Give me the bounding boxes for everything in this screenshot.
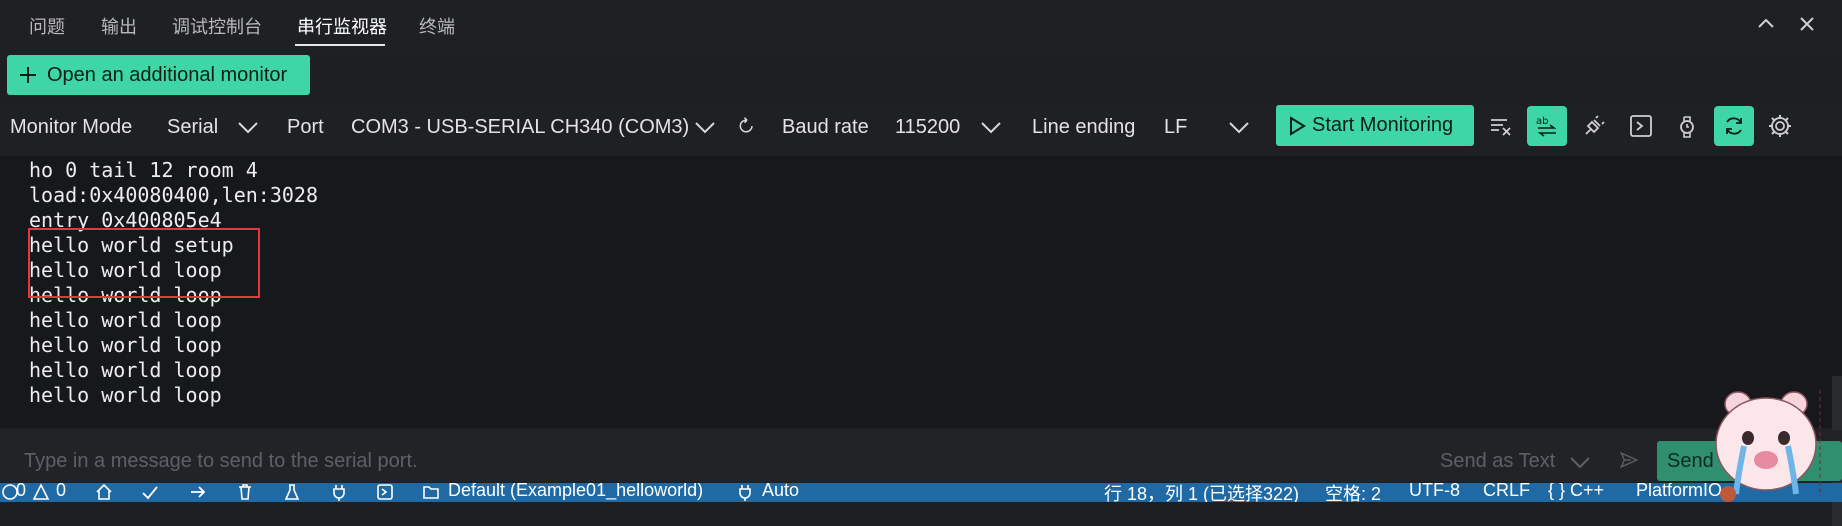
tab-serial-monitor[interactable]: 串行监视器 <box>297 13 387 39</box>
port-auto[interactable]: Auto <box>762 483 799 501</box>
error-count[interactable]: 0 <box>16 483 26 501</box>
home-icon[interactable] <box>95 483 113 501</box>
monitor-mode-select[interactable]: Serial <box>167 116 218 139</box>
tab-debug-console[interactable]: 调试控制台 <box>172 13 262 39</box>
chevron-down-icon[interactable] <box>978 118 1004 138</box>
warning-icon[interactable] <box>32 483 50 501</box>
terminal-icon[interactable] <box>376 483 394 501</box>
warning-count[interactable]: 0 <box>56 483 66 501</box>
chevron-down-icon[interactable] <box>1226 118 1252 138</box>
baud-rate-select[interactable]: 115200 <box>895 116 960 139</box>
play-icon <box>1288 115 1306 136</box>
chevron-down-icon[interactable] <box>235 118 261 138</box>
start-monitoring-button[interactable]: Start Monitoring <box>1276 105 1474 146</box>
plug-icon[interactable] <box>736 483 754 501</box>
plus-icon <box>17 64 39 86</box>
toggle-hex-icon[interactable]: ab <box>1527 106 1567 146</box>
cursor-position[interactable]: 行 18，列 1 (已选择322) <box>1104 483 1299 502</box>
refresh-icon[interactable] <box>734 116 758 140</box>
baud-rate-label: Baud rate <box>782 116 869 138</box>
indentation[interactable]: 空格: 2 <box>1325 483 1381 502</box>
upload-arrow-icon[interactable] <box>189 483 207 501</box>
status-bar: 0 0 Default (Example01_helloworld) Auto … <box>0 483 1842 502</box>
output-line: hello world loop <box>29 358 222 382</box>
port-select[interactable]: COM3 - USB-SERIAL CH340 (COM3) <box>351 116 689 139</box>
end-of-line[interactable]: CRLF <box>1483 483 1530 501</box>
active-tab-indicator <box>295 44 385 46</box>
open-additional-monitor-button[interactable]: Open an additional monitor <box>7 55 310 95</box>
tab-output[interactable]: 输出 <box>101 13 137 39</box>
folder-icon[interactable] <box>422 483 440 501</box>
line-ending-label: Line ending <box>1032 116 1136 138</box>
encoding[interactable]: UTF-8 <box>1409 483 1460 501</box>
gear-icon[interactable] <box>1760 106 1800 146</box>
plug-icon[interactable] <box>1574 106 1614 146</box>
chevron-down-icon[interactable] <box>1567 453 1593 473</box>
terminal-icon[interactable] <box>1621 106 1661 146</box>
maximize-panel-icon[interactable] <box>1754 12 1778 36</box>
plug-icon[interactable] <box>330 483 348 501</box>
close-panel-icon[interactable] <box>1795 12 1819 36</box>
chevron-down-icon[interactable] <box>692 118 718 138</box>
svg-text:ab: ab <box>1536 116 1548 127</box>
output-line: load:0x40080400,len:3028 <box>29 183 318 207</box>
project-environment[interactable]: Default (Example01_helloworld) <box>448 483 703 501</box>
open-monitor-label: Open an additional monitor <box>47 63 288 86</box>
output-line: hello world loop <box>29 333 222 357</box>
tab-problems[interactable]: 问题 <box>29 13 65 39</box>
mascot-sticker <box>1708 386 1842 502</box>
send-as-select[interactable]: Send as Text <box>1440 450 1555 473</box>
highlight-annotation-box <box>28 228 260 298</box>
output-line: hello world loop <box>29 308 222 332</box>
trash-icon[interactable] <box>236 483 254 501</box>
clear-output-icon[interactable] <box>1481 106 1521 146</box>
output-line: hello world loop <box>29 383 222 407</box>
test-flask-icon[interactable] <box>283 483 301 501</box>
tab-terminal[interactable]: 终端 <box>419 13 455 39</box>
panel-tab-bar: 问题 输出 调试控制台 串行监视器 终端 <box>0 0 1842 50</box>
output-line: ho 0 tail 12 room 4 <box>29 158 258 182</box>
port-label: Port <box>287 116 324 138</box>
start-monitoring-label: Start Monitoring <box>1312 114 1454 136</box>
autoscroll-icon[interactable] <box>1714 106 1754 146</box>
line-ending-select[interactable]: LF <box>1164 116 1187 139</box>
build-check-icon[interactable] <box>141 483 159 501</box>
message-input[interactable] <box>22 446 1126 476</box>
monitor-mode-label: Monitor Mode <box>10 116 133 138</box>
timestamp-icon[interactable] <box>1667 106 1707 146</box>
send-arrow-icon[interactable] <box>1616 450 1642 476</box>
language-mode[interactable]: { } C++ <box>1548 483 1604 501</box>
